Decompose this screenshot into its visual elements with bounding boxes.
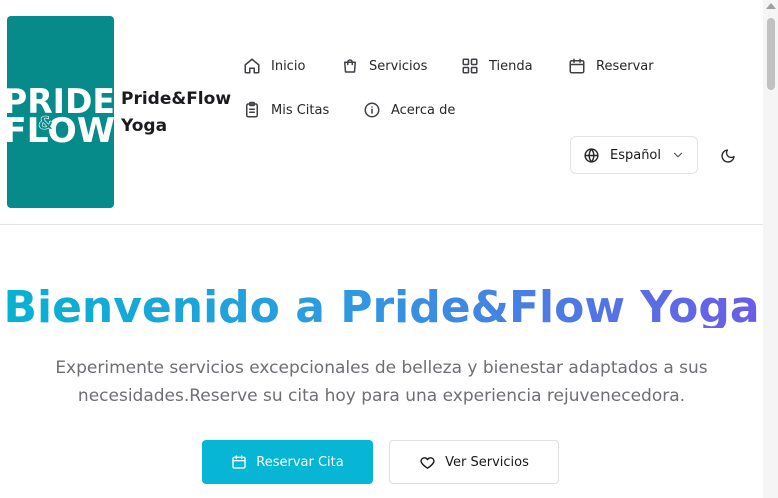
nav-servicios[interactable]: Servicios [341, 54, 427, 78]
calendar-icon [232, 455, 246, 469]
shopping-bag-icon [344, 59, 356, 73]
grid-icon [462, 58, 478, 74]
nav-mis-citas[interactable]: Mis Citas [243, 98, 329, 122]
brand-name[interactable]: Pride&Flow Yoga [121, 86, 241, 140]
heart-icon [420, 456, 435, 469]
view-services-button[interactable]: Ver Servicios [389, 440, 559, 484]
moon-icon [721, 149, 735, 163]
nav-label: Mis Citas [271, 102, 330, 118]
theme-toggle-button[interactable] [716, 144, 740, 168]
info-icon [364, 102, 380, 118]
nav-acerca-de[interactable]: Acerca de [363, 98, 455, 122]
button-label: Ver Servicios [445, 454, 529, 470]
nav-label: Reservar [596, 58, 654, 74]
svg-text:&: & [38, 113, 54, 134]
book-appointment-button[interactable]: Reservar Cita [202, 440, 373, 484]
scroll-up-arrow-icon[interactable] [766, 3, 776, 9]
nav-inicio[interactable]: Inicio [243, 54, 305, 78]
language-value: Español [609, 147, 661, 163]
nav-label: Acerca de [391, 102, 456, 118]
chevron-down-icon [673, 152, 683, 158]
home-icon [244, 58, 260, 74]
brand-logo[interactable]: PRIDE FLOW & [7, 16, 114, 208]
clipboard-icon [246, 101, 258, 118]
svg-text:FLOW: FLOW [7, 111, 114, 151]
language-select[interactable]: Español [570, 136, 698, 174]
nav-reservar[interactable]: Reservar [568, 54, 654, 78]
hero-title: Bienvenido a Pride&Flow Yoga [0, 280, 763, 328]
scrollbar-thumb[interactable] [767, 18, 775, 90]
globe-icon [584, 147, 599, 163]
hero-subtitle: Experimente servicios excepcionales de b… [55, 358, 708, 406]
site-header: PRIDE FLOW & Pride&Flow Yoga Inicio Serv… [0, 0, 763, 225]
button-label: Reservar Cita [256, 454, 344, 470]
logo-wordmark: PRIDE FLOW & [7, 82, 114, 151]
nav-label: Inicio [271, 58, 306, 74]
nav-label: Tienda [489, 58, 533, 74]
nav-label: Servicios [369, 58, 428, 74]
calendar-icon [569, 58, 585, 74]
nav-tienda[interactable]: Tienda [461, 54, 533, 78]
